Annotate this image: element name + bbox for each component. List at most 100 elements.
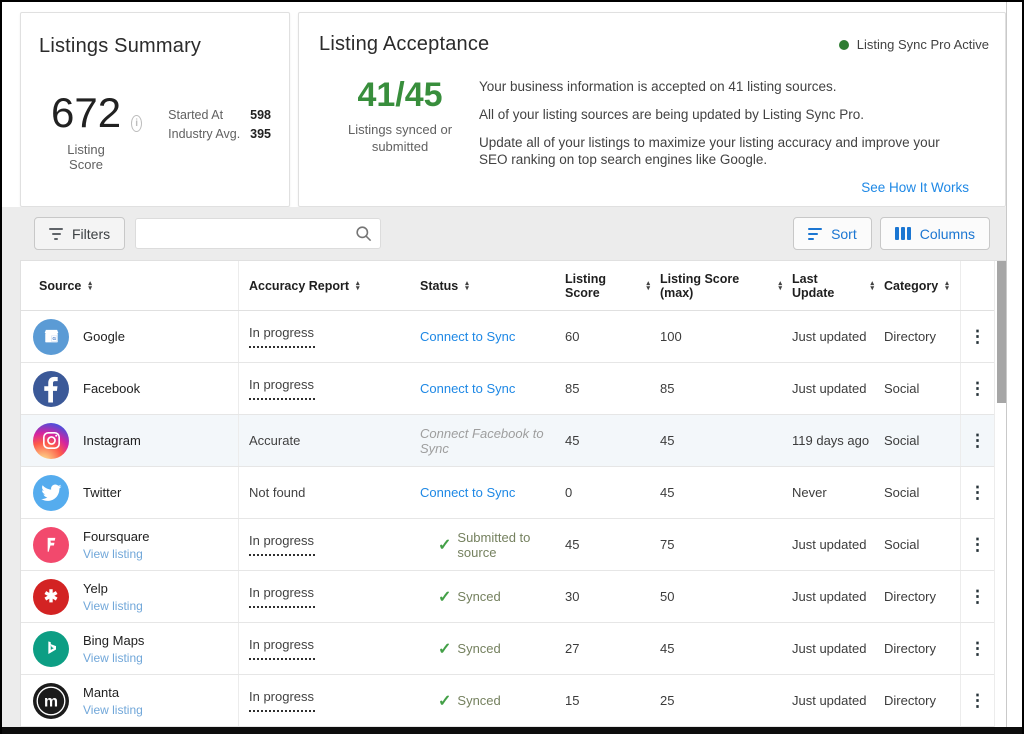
synced-ratio-label: Listings synced or submitted	[325, 121, 475, 155]
industry-avg-label: Industry Avg.	[168, 125, 250, 144]
category-cell: Social	[874, 467, 960, 518]
row-menu-button[interactable]: ⋮	[960, 415, 994, 466]
columns-button[interactable]: Columns	[880, 217, 990, 250]
google-icon: G	[33, 319, 69, 355]
table-row-facebook: FacebookIn progressConnect to Sync8585Ju…	[21, 363, 994, 415]
category-cell: Social	[874, 519, 960, 570]
column-header-category[interactable]: Category▴▾	[874, 261, 960, 310]
yelp-icon: ✱	[33, 579, 69, 615]
listing-score-cell: 0	[555, 467, 650, 518]
check-icon: ✓	[438, 587, 451, 607]
filter-icon	[49, 228, 63, 240]
kebab-icon: ⋮	[969, 587, 986, 607]
listing-score-label: Listing Score	[51, 142, 121, 172]
kebab-icon: ⋮	[969, 535, 986, 555]
page-scrollbar-gutter	[1006, 2, 1022, 729]
info-icon[interactable]: i	[131, 115, 142, 132]
listing-score-cell: 30	[555, 571, 650, 622]
acceptance-card-title: Listing Acceptance	[319, 33, 489, 56]
connect-to-sync-link[interactable]: Connect to Sync	[420, 381, 515, 396]
category-cell: Social	[874, 363, 960, 414]
view-listing-link[interactable]: View listing	[83, 703, 143, 717]
row-menu-button[interactable]: ⋮	[960, 623, 994, 674]
summary-card-title: Listings Summary	[39, 35, 271, 58]
facebook-icon	[33, 371, 69, 407]
progress-dots-icon	[249, 606, 315, 608]
column-header-listing-score-max[interactable]: Listing Score (max)▴▾	[650, 261, 782, 310]
listing-score-cell: 15	[555, 675, 650, 726]
table-row-manta: mMantaView listingIn progress✓Synced1525…	[21, 675, 994, 727]
table-row-bing-maps: Bing MapsView listingIn progress✓Synced2…	[21, 623, 994, 675]
filters-button[interactable]: Filters	[34, 217, 125, 250]
column-header-accuracy-report[interactable]: Accuracy Report▴▾	[239, 261, 410, 310]
row-menu-button[interactable]: ⋮	[960, 519, 994, 570]
source-name: Instagram	[83, 433, 141, 449]
category-cell: Social	[874, 415, 960, 466]
listing-score-cell: 45	[555, 415, 650, 466]
table-toolbar: Filters Sort Columns	[2, 207, 1024, 260]
kebab-icon: ⋮	[969, 327, 986, 347]
acceptance-paragraph: Your business information is accepted on…	[479, 78, 949, 95]
connect-to-sync-link[interactable]: Connect to Sync	[420, 485, 515, 500]
svg-text:m: m	[44, 693, 58, 710]
listing-score-max-cell: 75	[650, 519, 782, 570]
last-update-cell: Just updated	[782, 675, 874, 726]
source-name: Bing Maps	[83, 633, 144, 649]
row-menu-button[interactable]: ⋮	[960, 363, 994, 414]
listing-score-max-cell: 45	[650, 415, 782, 466]
svg-text:G: G	[52, 336, 56, 342]
kebab-icon: ⋮	[969, 639, 986, 659]
listing-score-value: 672	[51, 92, 121, 134]
instagram-icon	[33, 423, 69, 459]
accuracy-report-text: In progress	[249, 689, 314, 704]
last-update-cell: Never	[782, 467, 874, 518]
sort-button[interactable]: Sort	[793, 217, 872, 250]
last-update-cell: 119 days ago	[782, 415, 874, 466]
industry-avg-value: 395	[250, 125, 271, 144]
check-icon: ✓	[438, 691, 451, 711]
listings-page: Listings Summary 672 Listing Score i Sta…	[0, 0, 1024, 734]
accuracy-report-text: In progress	[249, 585, 314, 600]
category-cell: Directory	[874, 311, 960, 362]
source-name: Twitter	[83, 485, 121, 501]
last-update-cell: Just updated	[782, 519, 874, 570]
column-header-status[interactable]: Status▴▾	[410, 261, 555, 310]
category-cell: Directory	[874, 623, 960, 674]
started-at-label: Started At	[168, 106, 250, 125]
table-row-yelp: ✱YelpView listingIn progress✓Synced3050J…	[21, 571, 994, 623]
row-menu-button[interactable]: ⋮	[960, 467, 994, 518]
listing-score-cell: 85	[555, 363, 650, 414]
row-menu-button[interactable]: ⋮	[960, 571, 994, 622]
category-cell: Directory	[874, 675, 960, 726]
status-synced-text: Synced	[457, 641, 500, 656]
acceptance-paragraph: Update all of your listings to maximize …	[479, 134, 949, 168]
sort-arrows-icon: ▴▾	[88, 281, 92, 291]
table-row-twitter: TwitterNot foundConnect to Sync045NeverS…	[21, 467, 994, 519]
table-row-instagram: InstagramAccurateConnect Facebook to Syn…	[21, 415, 994, 467]
listing-score-cell: 27	[555, 623, 650, 674]
summary-cards-area: Listings Summary 672 Listing Score i Sta…	[20, 12, 1006, 207]
view-listing-link[interactable]: View listing	[83, 651, 144, 665]
kebab-icon: ⋮	[969, 379, 986, 399]
column-header-source[interactable]: Source▴▾	[21, 261, 239, 310]
foursquare-icon	[33, 527, 69, 563]
search-input[interactable]	[135, 218, 381, 249]
search-icon	[354, 224, 373, 248]
view-listing-link[interactable]: View listing	[83, 547, 149, 561]
column-header-listing-score[interactable]: Listing Score▴▾	[555, 261, 650, 310]
table-scrollbar-thumb[interactable]	[997, 261, 1006, 403]
sort-icon	[808, 228, 822, 240]
row-menu-button[interactable]: ⋮	[960, 311, 994, 362]
view-listing-link[interactable]: View listing	[83, 599, 143, 613]
listings-table: Source▴▾Accuracy Report▴▾Status▴▾Listing…	[20, 260, 1008, 730]
manta-icon: m	[33, 683, 69, 719]
sort-arrows-icon: ▴▾	[945, 281, 949, 291]
bing-icon	[33, 631, 69, 667]
last-update-cell: Just updated	[782, 311, 874, 362]
accuracy-report-text: In progress	[249, 377, 314, 392]
connect-to-sync-link[interactable]: Connect to Sync	[420, 329, 515, 344]
table-row-google: GGoogleIn progressConnect to Sync60100Ju…	[21, 311, 994, 363]
row-menu-button[interactable]: ⋮	[960, 675, 994, 726]
see-how-it-works-link[interactable]: See How It Works	[861, 180, 969, 195]
column-header-last-update[interactable]: Last Update▴▾	[782, 261, 874, 310]
